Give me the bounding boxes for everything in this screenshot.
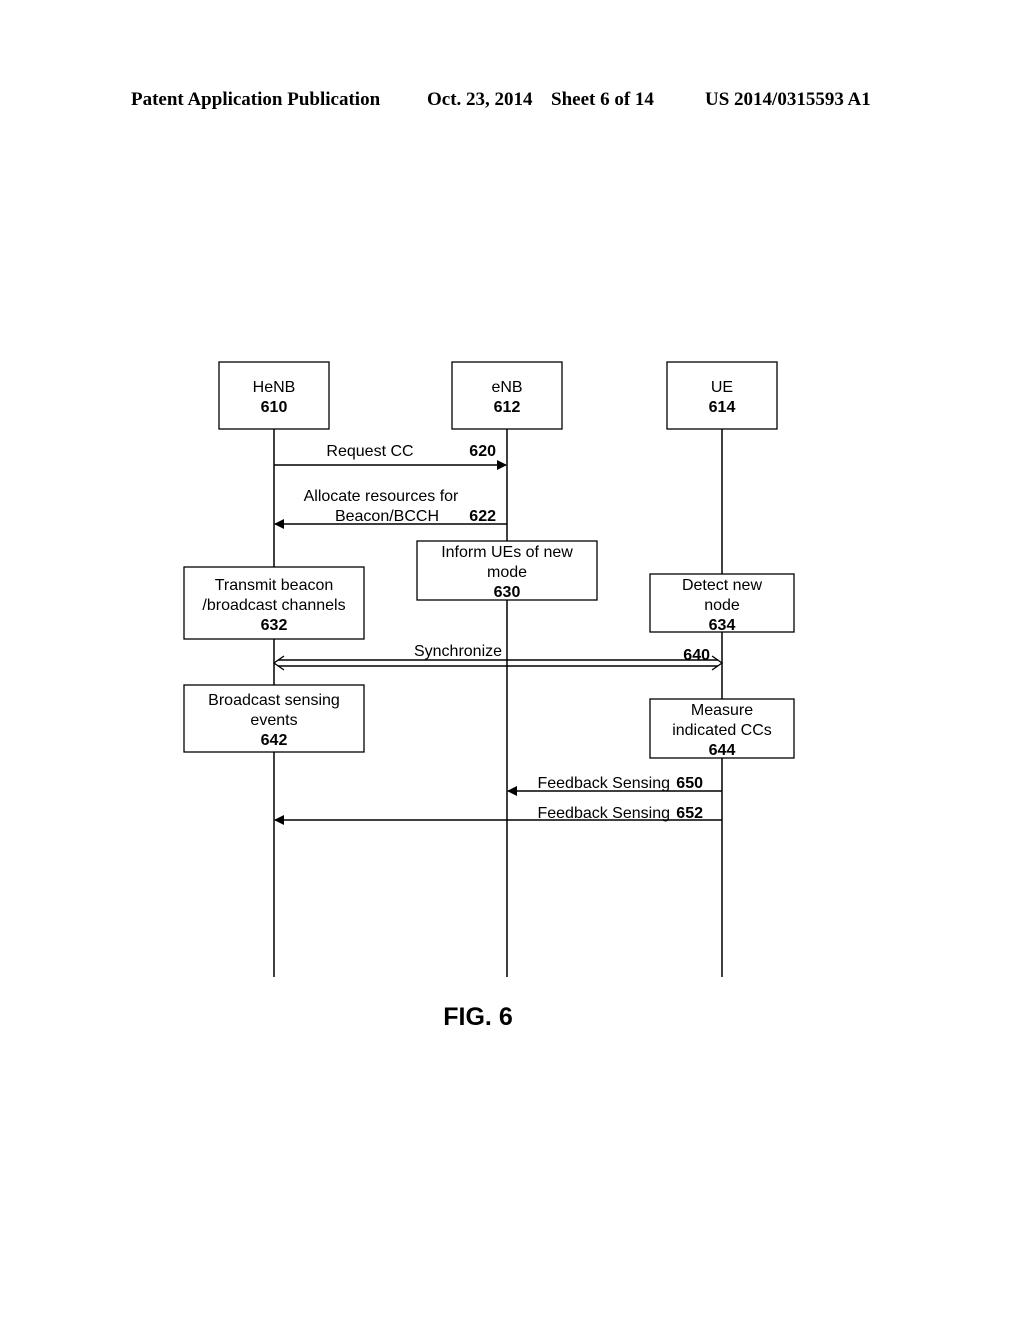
message-label: Synchronize: [414, 643, 502, 660]
action-line2: mode: [487, 564, 527, 581]
message-ref: 650: [676, 775, 703, 792]
action-broadcast-sensing: Broadcast sensing events 642: [183, 684, 365, 753]
entity-ref: 610: [261, 399, 288, 416]
action-ref: 630: [494, 584, 521, 601]
action-line1: Measure: [691, 702, 753, 719]
message-label: Feedback Sensing: [537, 775, 670, 792]
action-measure-ccs: Measure indicated CCs 644: [649, 698, 795, 759]
entity-ref: 614: [709, 399, 736, 416]
message-label: Feedback Sensing: [537, 805, 670, 822]
message-label-line1: Allocate resources for: [304, 488, 459, 505]
double-arrow-left-icon: [272, 655, 285, 671]
message-label-line2: Beacon/BCCH: [335, 508, 439, 525]
action-ref: 642: [261, 732, 288, 749]
action-detect-node: Detect new node 634: [649, 573, 795, 634]
action-line1: Transmit beacon: [215, 577, 334, 594]
message-ref: 640: [683, 647, 710, 664]
entity-name: UE: [711, 379, 733, 396]
action-line1: Inform UEs of new: [441, 544, 573, 561]
action-line1: Broadcast sensing: [208, 692, 340, 709]
action-transmit-beacon: Transmit beacon /broadcast channels 632: [183, 566, 365, 640]
entity-ref: 612: [494, 399, 521, 416]
action-ref: 632: [261, 617, 288, 634]
action-line2: node: [704, 597, 740, 614]
entity-enb: eNB 612: [451, 361, 563, 430]
entity-name: eNB: [491, 379, 522, 396]
action-inform-ues: Inform UEs of new mode 630: [416, 540, 598, 601]
message-ref: 652: [676, 805, 703, 822]
figure-label: FIG. 6: [443, 1003, 512, 1031]
action-ref: 634: [709, 617, 736, 634]
double-arrow-right-icon: [711, 655, 724, 671]
action-line2: events: [250, 712, 297, 729]
message-synchronize: Synchronize 640: [272, 643, 724, 671]
entity-name: HeNB: [253, 379, 296, 396]
entity-ue: UE 614: [666, 361, 778, 430]
action-line1: Detect new: [682, 577, 762, 594]
action-line2: /broadcast channels: [202, 597, 345, 614]
message-ref: 620: [469, 443, 496, 460]
entity-henb: HeNB 610: [218, 361, 330, 430]
message-feedback-sensing-650: Feedback Sensing 650: [507, 775, 722, 796]
sequence-diagram: HeNB 610 eNB 612 UE 614 Request CC 620 A…: [183, 361, 795, 1031]
message-request-cc: Request CC 620: [274, 443, 507, 470]
message-allocate-resources: Allocate resources for Beacon/BCCH 622: [274, 488, 507, 529]
message-feedback-sensing-652: Feedback Sensing 652: [274, 805, 722, 825]
action-line2: indicated CCs: [672, 722, 772, 739]
message-ref: 622: [469, 508, 496, 525]
action-ref: 644: [709, 742, 736, 759]
message-label: Request CC: [326, 443, 413, 460]
